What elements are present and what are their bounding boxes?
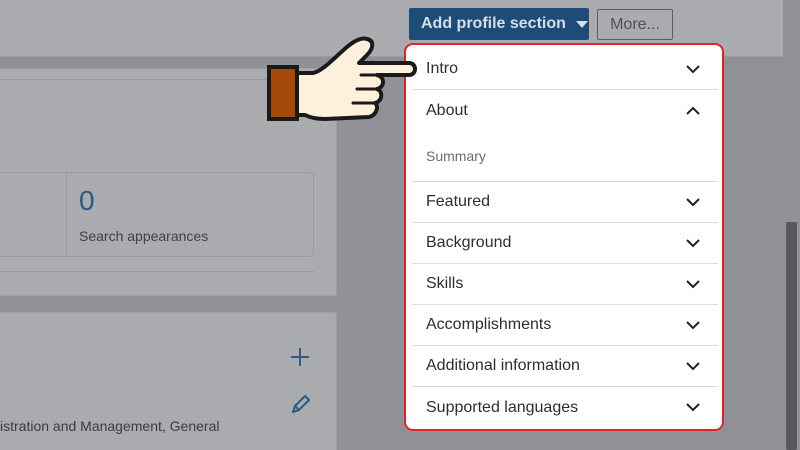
dropdown-menu: Intro About Summary Featured Background … bbox=[412, 49, 718, 428]
menu-item-background[interactable]: Background bbox=[412, 223, 718, 264]
chevron-down-icon bbox=[686, 64, 700, 73]
menu-item-label: Additional information bbox=[426, 357, 580, 374]
pointing-hand-icon bbox=[267, 36, 417, 121]
scrollbar-thumb[interactable] bbox=[786, 222, 797, 450]
chevron-down-icon bbox=[686, 361, 700, 370]
submenu-item-label: Summary bbox=[426, 148, 486, 164]
menu-item-label: Accomplishments bbox=[426, 316, 552, 333]
add-profile-section-button[interactable]: Add profile section bbox=[409, 8, 589, 40]
caret-down-icon bbox=[575, 20, 588, 28]
more-button[interactable]: More... bbox=[597, 9, 673, 40]
stats-box: 0 Search appearances bbox=[0, 172, 314, 257]
search-appearances-count[interactable]: 0 bbox=[79, 185, 95, 217]
menu-item-label: Intro bbox=[426, 60, 459, 77]
plus-icon[interactable] bbox=[289, 346, 311, 368]
divider bbox=[0, 271, 314, 272]
add-profile-section-dropdown: Intro About Summary Featured Background … bbox=[404, 43, 724, 431]
menu-item-label: Featured bbox=[426, 193, 491, 210]
chevron-down-icon bbox=[686, 279, 700, 288]
menu-item-label: About bbox=[426, 101, 468, 119]
chevron-down-icon bbox=[686, 403, 700, 412]
menu-item-additional-information[interactable]: Additional information bbox=[412, 346, 718, 387]
divider bbox=[66, 173, 67, 256]
menu-item-featured[interactable]: Featured bbox=[412, 182, 718, 223]
add-profile-section-label: Add profile section bbox=[421, 15, 566, 32]
submenu-item-summary[interactable]: Summary bbox=[412, 131, 718, 182]
menu-item-supported-languages[interactable]: Supported languages bbox=[412, 387, 718, 428]
chevron-up-icon bbox=[686, 106, 700, 115]
menu-item-accomplishments[interactable]: Accomplishments bbox=[412, 305, 718, 346]
chevron-down-icon bbox=[686, 238, 700, 247]
education-field-text: istration and Management, General bbox=[0, 418, 220, 434]
search-appearances-label[interactable]: Search appearances bbox=[79, 228, 208, 244]
chevron-down-icon bbox=[686, 320, 700, 329]
chevron-down-icon bbox=[686, 197, 700, 206]
menu-item-label: Skills bbox=[426, 275, 464, 292]
pencil-icon[interactable] bbox=[289, 392, 313, 416]
menu-item-skills[interactable]: Skills bbox=[412, 264, 718, 305]
menu-item-intro[interactable]: Intro bbox=[412, 49, 718, 90]
menu-item-about[interactable]: About bbox=[412, 90, 718, 131]
menu-item-label: Background bbox=[426, 234, 512, 251]
menu-item-label: Supported languages bbox=[426, 398, 579, 416]
